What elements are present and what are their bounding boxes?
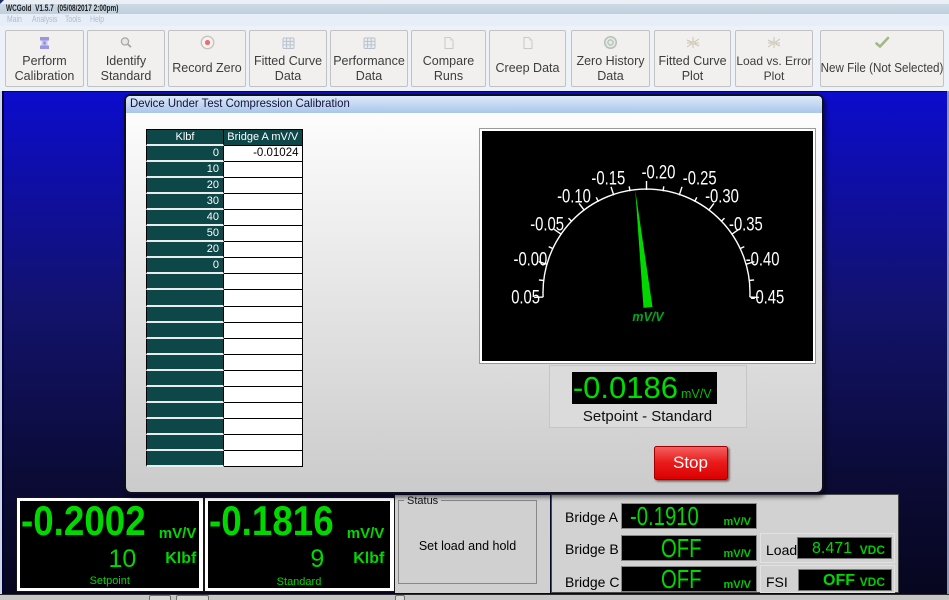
svg-text:0.05: 0.05 — [511, 288, 540, 309]
svg-text:-0.30: -0.30 — [705, 187, 739, 208]
svg-text:-0.40: -0.40 — [746, 249, 780, 270]
svg-text:-0.00: -0.00 — [514, 249, 548, 270]
svg-text:-0.20: -0.20 — [642, 163, 676, 184]
svg-text:-0.35: -0.35 — [729, 214, 763, 235]
svg-text:-0.10: -0.10 — [557, 187, 591, 208]
svg-text:-0.05: -0.05 — [530, 214, 564, 235]
svg-text:mV/V: mV/V — [632, 310, 665, 324]
svg-text:-0.45: -0.45 — [751, 288, 785, 309]
svg-text:-0.15: -0.15 — [591, 169, 625, 190]
